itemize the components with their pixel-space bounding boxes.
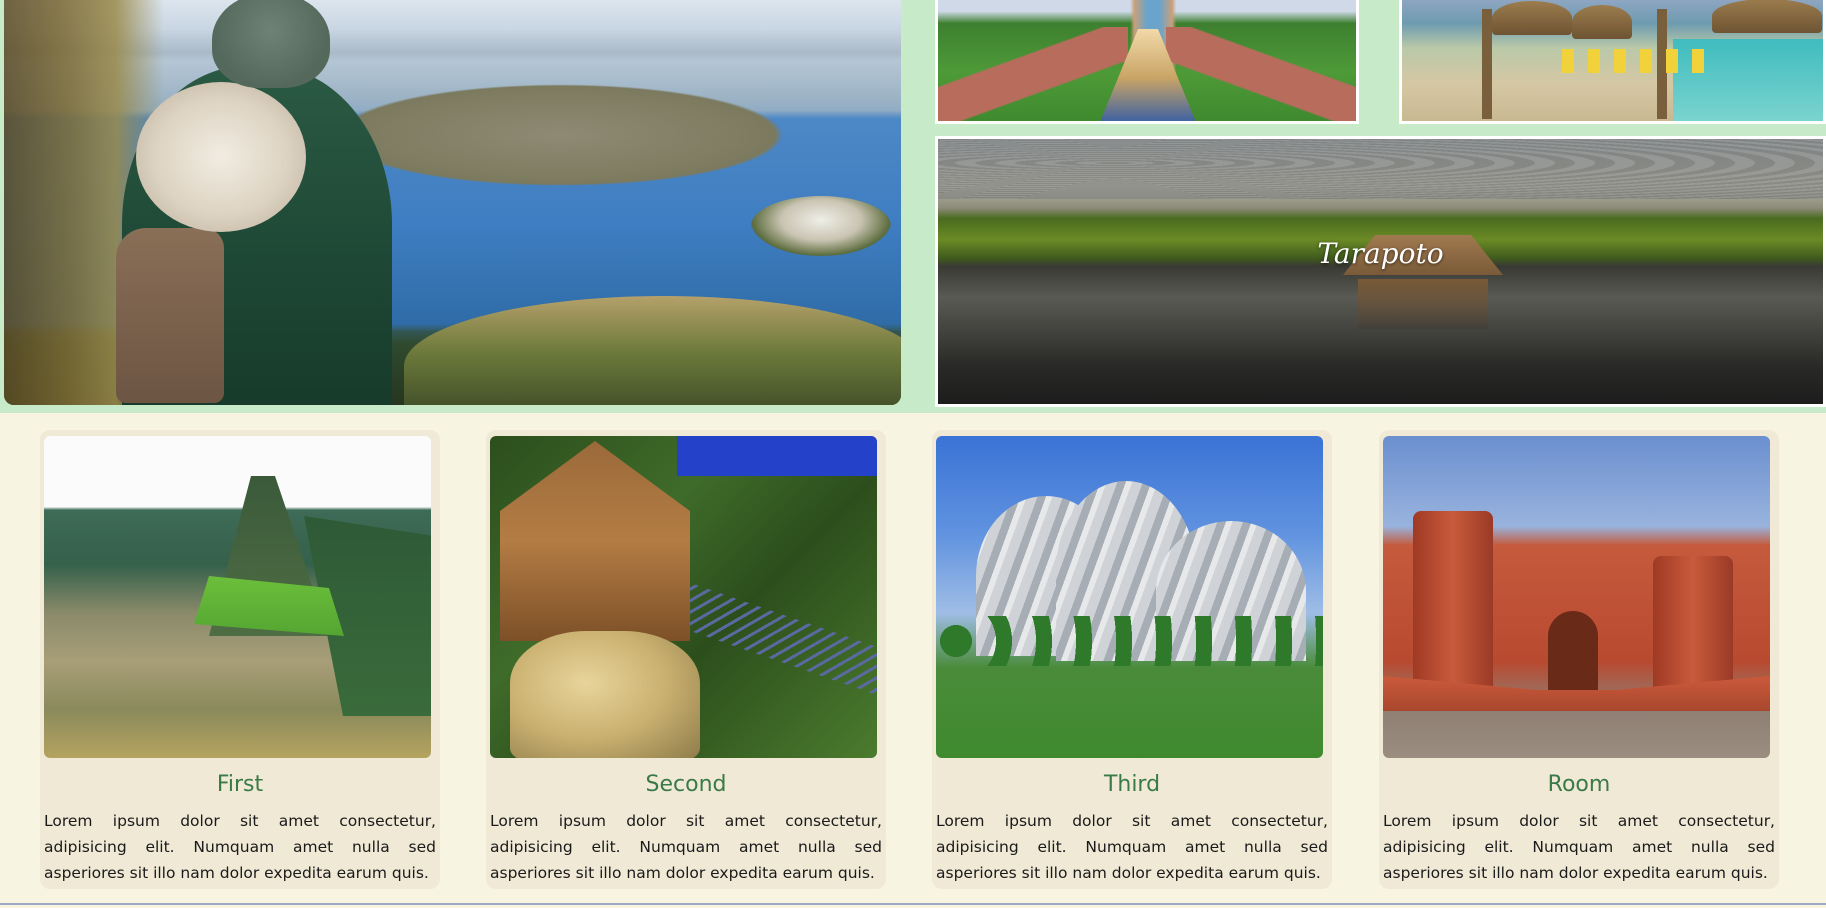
card-image-concert-hall <box>936 436 1323 758</box>
forest-hill-graphic <box>404 296 901 405</box>
palm-trunk-graphic <box>1482 9 1492 119</box>
staircase-graphic <box>670 576 877 696</box>
hero-gallery: Tarapoto <box>0 0 1826 413</box>
card-title: Room <box>1547 772 1611 797</box>
card-description: Lorem ipsum dolor sit amet consectetur, … <box>936 812 1328 882</box>
gallery-image-beach-resort[interactable] <box>1399 0 1826 124</box>
walkway-right-graphic <box>1166 27 1356 121</box>
thatched-hut-graphic <box>1492 1 1572 35</box>
destination-card[interactable]: First Lorem ipsum dolor sit amet consect… <box>40 430 440 889</box>
destination-card[interactable]: Third Lorem ipsum dolor sit amet consect… <box>932 430 1332 889</box>
fort-tower-graphic <box>1653 556 1733 696</box>
card-title: First <box>216 772 264 797</box>
fort-tower-graphic <box>1413 511 1493 691</box>
card-description: Lorem ipsum dolor sit amet consectetur, … <box>1383 812 1775 882</box>
card-image-tree-house <box>490 436 877 758</box>
fort-gate-graphic <box>1548 611 1598 701</box>
gallery-image-tarapoto[interactable]: Tarapoto <box>935 136 1826 407</box>
card-description: Lorem ipsum dolor sit amet consectetur, … <box>490 812 882 882</box>
fur-hood-graphic <box>136 82 306 232</box>
card-image-machu-picchu <box>44 436 431 758</box>
water-reflection-graphic <box>1358 279 1488 329</box>
clouds-graphic <box>938 139 1823 199</box>
sun-loungers-graphic <box>1562 49 1712 73</box>
gallery-image-lake-hiker[interactable] <box>4 0 901 405</box>
destination-card[interactable]: Room Lorem ipsum dolor sit amet consecte… <box>1379 430 1779 889</box>
card-title: Second <box>645 772 727 797</box>
tree-row-graphic <box>936 616 1323 666</box>
backpack-graphic <box>116 228 224 403</box>
walkway-left-graphic <box>938 27 1128 121</box>
card-image-red-fort <box>1383 436 1770 758</box>
gallery-image-taj-mahal-pool[interactable] <box>935 0 1359 124</box>
card-description: Lorem ipsum dolor sit amet consectetur, … <box>44 812 436 882</box>
destination-card[interactable]: Second Lorem ipsum dolor sit amet consec… <box>486 430 886 889</box>
tarapoto-caption: Tarapoto <box>1317 237 1444 270</box>
knit-hat-graphic <box>212 0 330 88</box>
card-title: Third <box>1103 772 1161 797</box>
sky-graphic <box>677 436 877 476</box>
thatched-hut-graphic <box>1572 5 1632 39</box>
wooden-house-graphic <box>500 441 690 641</box>
island-church-graphic <box>751 196 891 256</box>
page-divider <box>0 903 1826 905</box>
boulder-graphic <box>510 631 700 758</box>
thatched-hut-graphic <box>1712 0 1822 33</box>
